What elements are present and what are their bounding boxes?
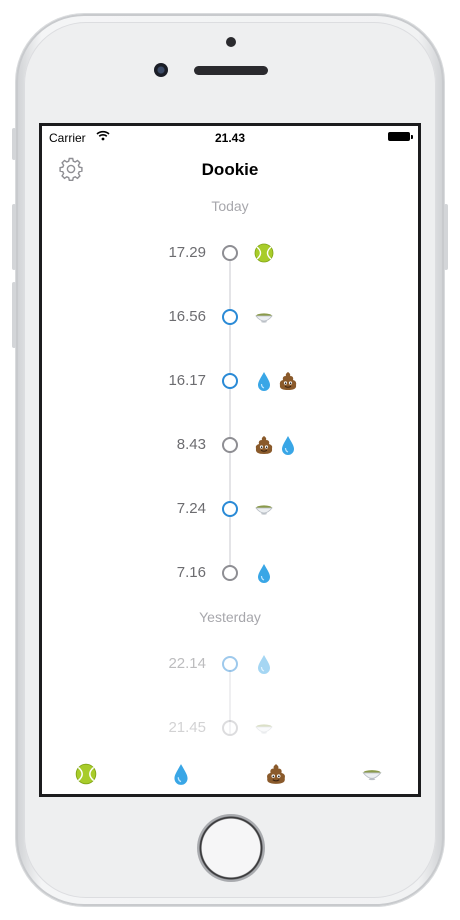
entry-dot [222, 437, 238, 453]
battery-icon [388, 132, 413, 141]
tennis-ball-icon[interactable] [74, 762, 98, 786]
timeline-entry[interactable]: 16.17 [42, 369, 418, 393]
entry-time: 16.17 [168, 372, 206, 389]
entry-dot [222, 656, 238, 672]
navigation-bar: Dookie [42, 148, 418, 192]
food-bowl-icon [255, 724, 273, 734]
poop-icon[interactable] [264, 762, 288, 786]
home-button[interactable] [197, 814, 265, 882]
food-bowl-icon [255, 505, 273, 515]
mute-switch [12, 128, 16, 160]
status-time: 21.43 [214, 131, 246, 145]
timeline-entry[interactable]: 7.24 [42, 497, 418, 521]
poop-icon [255, 436, 273, 454]
earpiece-speaker [194, 66, 268, 75]
power-button [444, 204, 448, 270]
entry-time: 22.14 [168, 655, 206, 672]
section-header-yesterday: Yesterday [199, 609, 261, 625]
timeline-entry[interactable]: 16.56 [42, 305, 418, 329]
entry-dot [222, 309, 238, 325]
volume-up-button [12, 204, 16, 270]
entry-time: 7.24 [176, 500, 206, 517]
front-camera [154, 63, 168, 77]
page-title: Dookie [201, 160, 259, 179]
entry-time: 8.43 [176, 436, 206, 453]
timeline-entry[interactable]: 8.43 [42, 433, 418, 457]
entry-dot [222, 373, 238, 389]
entry-dot [222, 245, 238, 261]
status-bar: Carrier 21.43 [42, 126, 418, 148]
entry-time: 7.16 [176, 564, 206, 581]
entry-time: 17.29 [168, 244, 206, 261]
section-header-today: Today [211, 198, 249, 214]
water-drop-icon [258, 372, 270, 391]
water-drop-icon [258, 564, 270, 583]
entry-dot [222, 720, 238, 736]
entry-dot [222, 565, 238, 581]
timeline-entry[interactable]: 7.16 [42, 561, 418, 585]
water-drop-icon[interactable] [169, 762, 193, 786]
timeline-entry[interactable]: 17.29 [42, 241, 418, 265]
poop-icon [279, 372, 297, 390]
tennis-ball-icon [254, 243, 274, 263]
water-drop-icon [258, 655, 270, 674]
water-drop-icon [282, 436, 294, 455]
quick-add-bar [42, 754, 418, 794]
volume-down-button [12, 282, 16, 348]
proximity-sensor [226, 37, 236, 47]
food-bowl-icon [255, 313, 273, 323]
entry-dot [222, 501, 238, 517]
food-bowl-icon[interactable] [360, 762, 384, 786]
timeline-entry[interactable]: 22.14 [42, 652, 418, 676]
app-screen: Carrier 21.43 Dookie Today 17.29 16.56 1… [42, 126, 418, 794]
timeline-entry[interactable]: 21.45 [42, 716, 418, 740]
entry-time: 21.45 [168, 719, 206, 736]
entry-time: 16.56 [168, 308, 206, 325]
